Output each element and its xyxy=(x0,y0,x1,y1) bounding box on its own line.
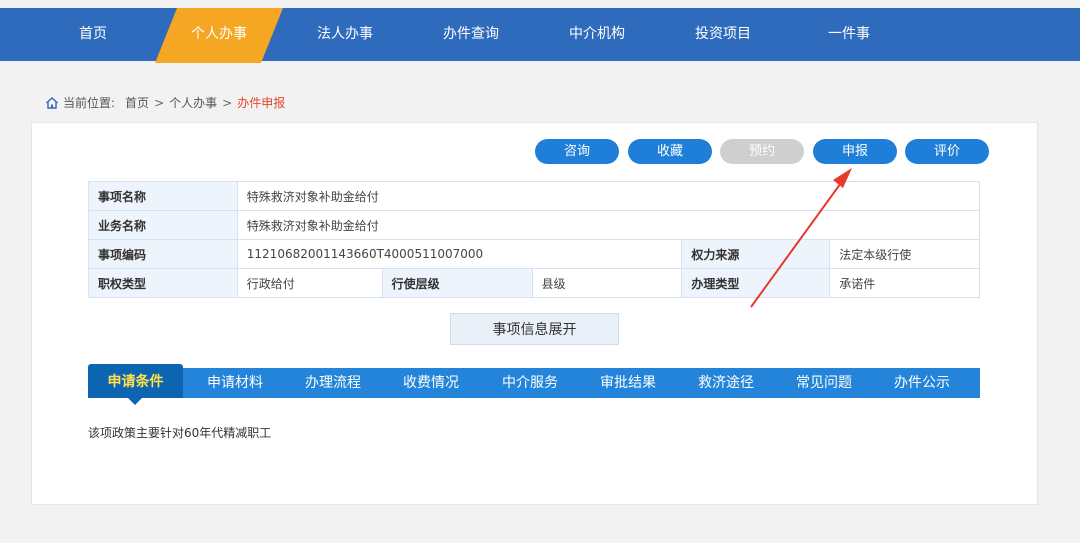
tab-remedy[interactable]: 救济途径 xyxy=(680,368,772,398)
exercise-level-value: 县级 xyxy=(531,268,683,298)
breadcrumb-separator: > xyxy=(154,96,165,110)
nav-item-one-thing[interactable]: 一件事 xyxy=(806,8,892,61)
home-icon xyxy=(46,97,58,109)
nav-item-personal[interactable]: 个人办事 xyxy=(155,8,283,61)
tab-approval-result[interactable]: 审批结果 xyxy=(582,368,674,398)
tab-agency-service[interactable]: 中介服务 xyxy=(484,368,576,398)
nav-item-legal[interactable]: 法人办事 xyxy=(302,8,388,61)
consult-button[interactable]: 咨询 xyxy=(535,139,619,164)
active-tab-caret xyxy=(128,398,142,405)
nav-item-home[interactable]: 首页 xyxy=(50,8,136,61)
nav-item-query[interactable]: 办件查询 xyxy=(428,8,514,61)
handling-type-label: 办理类型 xyxy=(681,268,831,298)
apply-button[interactable]: 申报 xyxy=(813,139,897,164)
tab-conditions[interactable]: 申请条件 xyxy=(88,364,183,398)
authority-type-value: 行政给付 xyxy=(236,268,383,298)
reserve-button[interactable]: 预约 xyxy=(720,139,804,164)
breadcrumb-current: 办件申报 xyxy=(237,96,286,110)
tab-content-text: 该项政策主要针对60年代精减职工 xyxy=(88,426,272,440)
nav-item-agency[interactable]: 中介机构 xyxy=(554,8,640,61)
breadcrumb-separator: > xyxy=(222,96,233,110)
nav-item-investment[interactable]: 投资项目 xyxy=(680,8,766,61)
table-row: 事项名称 特殊救济对象补助金给付 xyxy=(88,181,981,211)
tab-publicity[interactable]: 办件公示 xyxy=(876,368,968,398)
business-name-value: 特殊救济对象补助金给付 xyxy=(236,210,981,240)
table-row: 事项编码 11210682001143660T4000511007000 权力来… xyxy=(88,239,980,269)
handling-type-value: 承诺件 xyxy=(829,268,980,298)
tab-faq[interactable]: 常见问题 xyxy=(778,368,870,398)
tab-materials[interactable]: 申请材料 xyxy=(189,368,281,398)
tab-process[interactable]: 办理流程 xyxy=(287,368,379,398)
item-name-label: 事项名称 xyxy=(88,181,238,211)
favorite-button[interactable]: 收藏 xyxy=(628,139,712,164)
table-row: 职权类型 行政给付 行使层级 县级 办理类型 承诺件 xyxy=(88,268,980,298)
business-name-label: 业务名称 xyxy=(88,210,238,240)
expand-info-button[interactable]: 事项信息展开 xyxy=(450,313,619,345)
exercise-level-label: 行使层级 xyxy=(381,268,533,298)
item-name-value: 特殊救济对象补助金给付 xyxy=(236,181,981,211)
evaluate-button[interactable]: 评价 xyxy=(905,139,989,164)
power-source-label: 权力来源 xyxy=(681,239,831,269)
item-code-label: 事项编码 xyxy=(88,239,238,269)
breadcrumb-personal-link[interactable]: 个人办事 xyxy=(169,94,217,112)
breadcrumb-home-link[interactable]: 首页 xyxy=(125,94,149,112)
table-row: 业务名称 特殊救济对象补助金给付 xyxy=(88,210,981,240)
breadcrumb-prefix: 当前位置: xyxy=(63,96,116,110)
item-code-value: 11210682001143660T4000511007000 xyxy=(236,239,683,269)
item-info-table: 事项名称 特殊救济对象补助金给付 业务名称 特殊救济对象补助金给付 事项编码 1… xyxy=(88,181,981,298)
authority-type-label: 职权类型 xyxy=(88,268,238,298)
breadcrumb: 当前位置: 首页 > 个人办事 > 办件申报 xyxy=(45,94,285,112)
tab-fees[interactable]: 收费情况 xyxy=(385,368,477,398)
power-source-value: 法定本级行使 xyxy=(829,239,980,269)
detail-tabs: 申请材料 办理流程 收费情况 中介服务 审批结果 救济途径 常见问题 办件公示 xyxy=(88,368,980,398)
